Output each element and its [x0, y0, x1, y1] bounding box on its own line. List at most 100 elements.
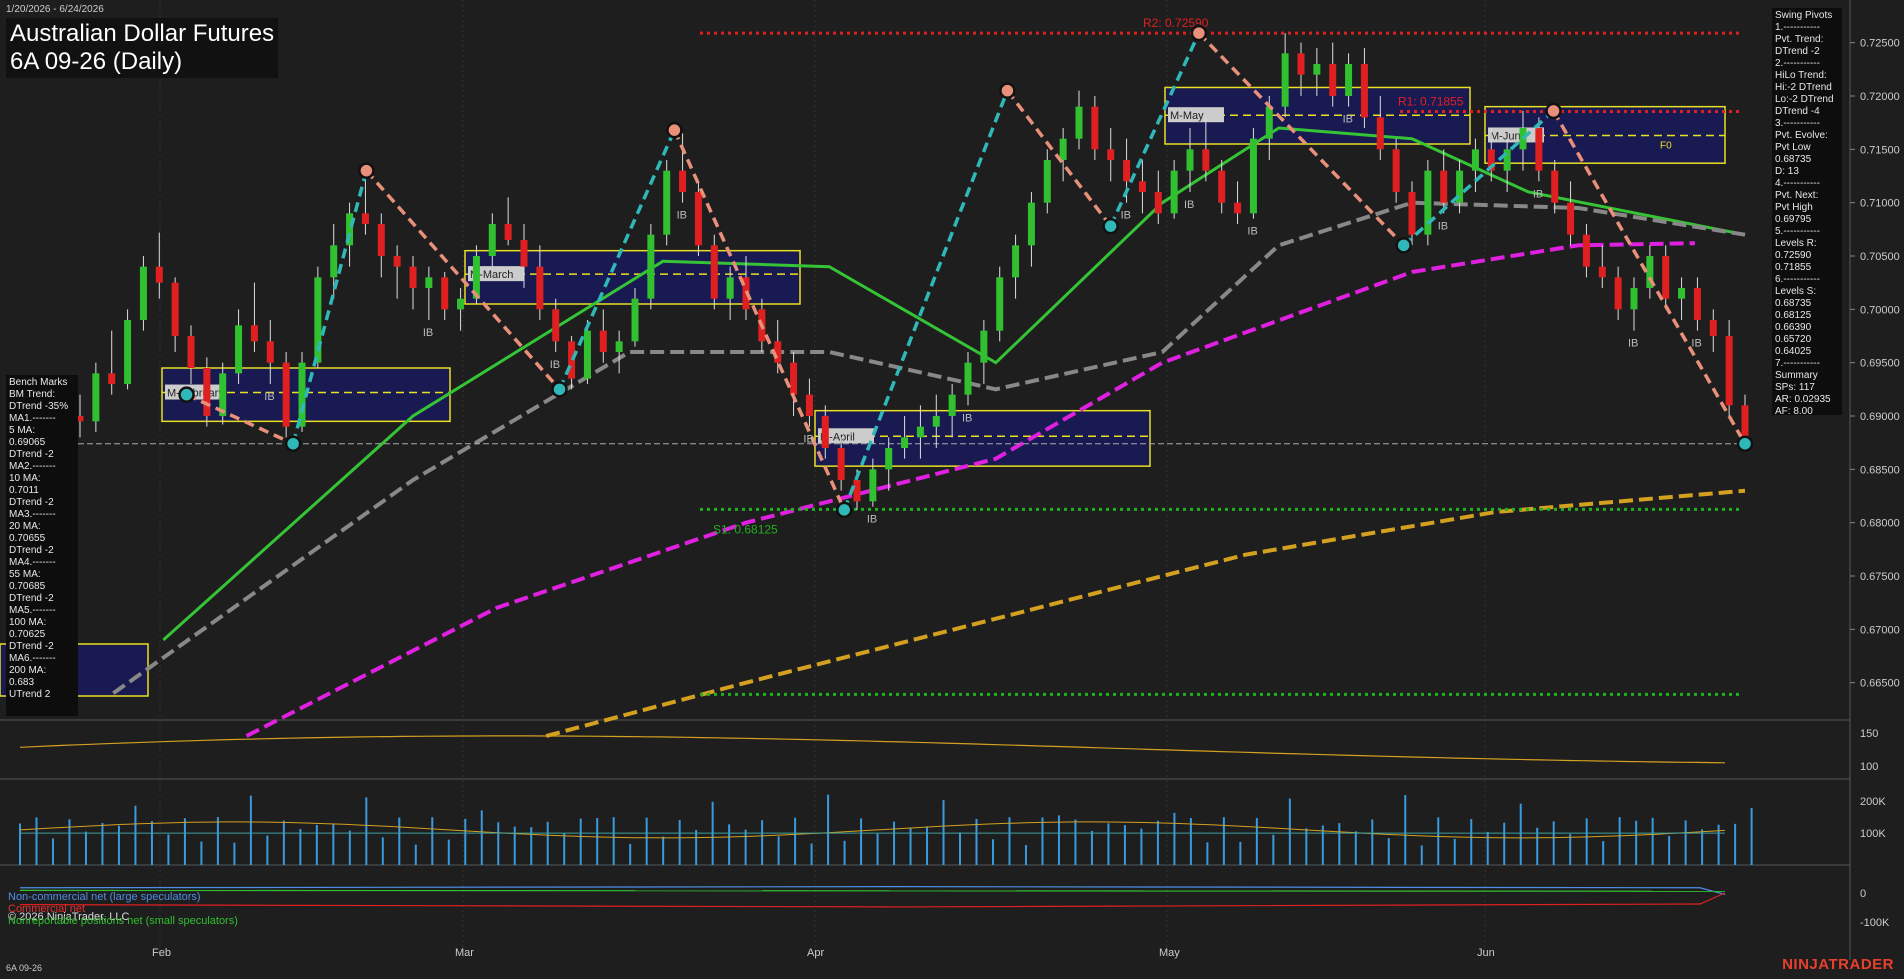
bench-marks-title: Bench Marks [9, 377, 68, 388]
candle-body [1297, 53, 1305, 75]
price-tick-label: 0.68000 [1860, 518, 1900, 530]
candle-body [1107, 149, 1115, 160]
month-label: Mar [455, 947, 474, 959]
candle-body [615, 341, 623, 352]
candle-body [298, 362, 306, 427]
candle-body [1678, 288, 1686, 299]
inside-bar-marker: IB [962, 412, 972, 424]
candle-body [1043, 160, 1051, 203]
candle-body [1249, 138, 1257, 214]
candle-body [1138, 181, 1146, 192]
candle-body [980, 330, 988, 363]
inside-bar-marker: IB [1533, 188, 1543, 200]
candle-body [948, 394, 956, 416]
candle-body [361, 213, 369, 224]
candle-body [1741, 405, 1749, 438]
price-tick-label: 0.68500 [1860, 464, 1900, 476]
candle-body [1440, 170, 1448, 203]
candle-body [203, 368, 211, 416]
swing-pivots-line: DTrend -2 [1775, 46, 1820, 57]
candle-body [377, 224, 385, 256]
swing-pivots-line: 0.65720 [1775, 334, 1812, 345]
candle-body [996, 277, 1004, 331]
candle-body [155, 266, 163, 283]
bench-marks-line: MA4.------- [9, 557, 56, 568]
swing-pivot-dot [1190, 24, 1208, 42]
candle-body [393, 256, 401, 267]
chart-title: Australian Dollar Futures [10, 20, 275, 47]
bench-marks-line: 55 MA: [9, 569, 41, 580]
candle-body [1392, 149, 1400, 192]
bench-marks-line: 0.69065 [9, 437, 46, 448]
candle-body [1582, 234, 1590, 267]
swing-pivot-dot [1736, 435, 1754, 452]
bench-marks-line: 0.70655 [9, 533, 46, 544]
inside-bar-marker: IB [677, 210, 687, 222]
candle-body [92, 373, 100, 422]
candle-body [1265, 106, 1273, 139]
swing-pivot-dot [835, 501, 853, 519]
candle-body [171, 282, 179, 336]
bench-marks-line: MA1.------- [9, 413, 56, 424]
swing-pivots-line: Pvt Low [1775, 142, 1811, 153]
inside-bar-marker: IB [1247, 226, 1257, 238]
price-tick-label: 0.70500 [1860, 251, 1900, 263]
bench-marks-line: 200 MA: [9, 665, 47, 676]
volume-average-line [19, 821, 1726, 839]
candle-body [1725, 336, 1733, 406]
swing-pivots-line: Pvt. Next: [1775, 190, 1819, 201]
candle-body [504, 224, 512, 240]
bench-marks-line: 10 MA: [9, 473, 41, 484]
legend-noncommercial: Non-commercial net (large speculators) [8, 891, 201, 903]
swing-pivots-line: D: 13 [1775, 166, 1799, 177]
swing-pivot-dot [666, 121, 683, 139]
bench-marks-panel: Bench Marks BM Trend: DTrend -35% MA1.-----… [6, 375, 78, 716]
swing-pivot-dot [1102, 217, 1119, 235]
box-note: F0 [1660, 140, 1672, 151]
bench-marks-line: MA5.------- [9, 605, 56, 616]
candle-body [1313, 64, 1321, 75]
candle-body [187, 336, 195, 368]
candle-body [1471, 149, 1479, 171]
candle-body [1218, 170, 1226, 203]
swing-pivots-line: Levels S: [1775, 286, 1817, 297]
price-tick-label: 0.69000 [1860, 411, 1900, 423]
bench-marks-line: DTrend -2 [9, 449, 54, 460]
price-tick-label: 0.69500 [1860, 358, 1900, 370]
cot-commercial-line [19, 892, 1726, 908]
bench-marks-line: 0.7011 [9, 485, 39, 496]
legend-nonreportable: Nonreportable positions net (small specu… [8, 915, 238, 927]
inside-bar-marker: IB [1628, 338, 1638, 350]
bench-marks-line: DTrend -2 [9, 641, 54, 652]
swing-pivots-line: AR: 0.02935 [1775, 394, 1831, 405]
price-tick-label: 0.72500 [1860, 38, 1900, 50]
swing-pivots-line: 3.----------- [1775, 118, 1820, 129]
swing-pivots-line: HiLo Trend: [1775, 70, 1827, 81]
bench-marks-line: MA2.------- [9, 461, 56, 472]
candle-body [1027, 202, 1035, 246]
candle-body [583, 330, 591, 379]
cot-nonreportable-line [19, 889, 1726, 892]
candle-body [1408, 192, 1416, 235]
candle-body [1154, 192, 1162, 214]
swing-pivot-dot [284, 435, 302, 452]
swing-pivots-line: Pvt. Trend: [1775, 34, 1824, 45]
inside-bar-marker: IB [867, 514, 877, 526]
swing-pivot-dot [551, 381, 568, 398]
swing-pivots-line: 0.68735 [1775, 298, 1812, 309]
monthly-box-label: M-May [1170, 110, 1204, 122]
candle-body [520, 240, 528, 267]
candle-body [1535, 128, 1543, 171]
price-tick-label: 0.71500 [1860, 144, 1900, 156]
candle-body [916, 426, 924, 438]
date-range: 1/20/2026 - 6/24/2026 [6, 4, 104, 15]
bench-marks-line: DTrend -2 [9, 545, 54, 556]
swing-pivots-line: 1.----------- [1775, 22, 1820, 33]
price-tick-label: 0.70000 [1860, 304, 1900, 316]
cot-tick-label: -100K [1860, 917, 1890, 929]
chart-canvas: 0.72500 0.72000 0.71500 0.71000 0.70500 0.700… [0, 0, 1900, 960]
candle-body [631, 298, 639, 342]
candle-body [1662, 256, 1670, 299]
candle-body [821, 416, 829, 448]
swing-pivots-line: 0.68735 [1775, 154, 1812, 165]
